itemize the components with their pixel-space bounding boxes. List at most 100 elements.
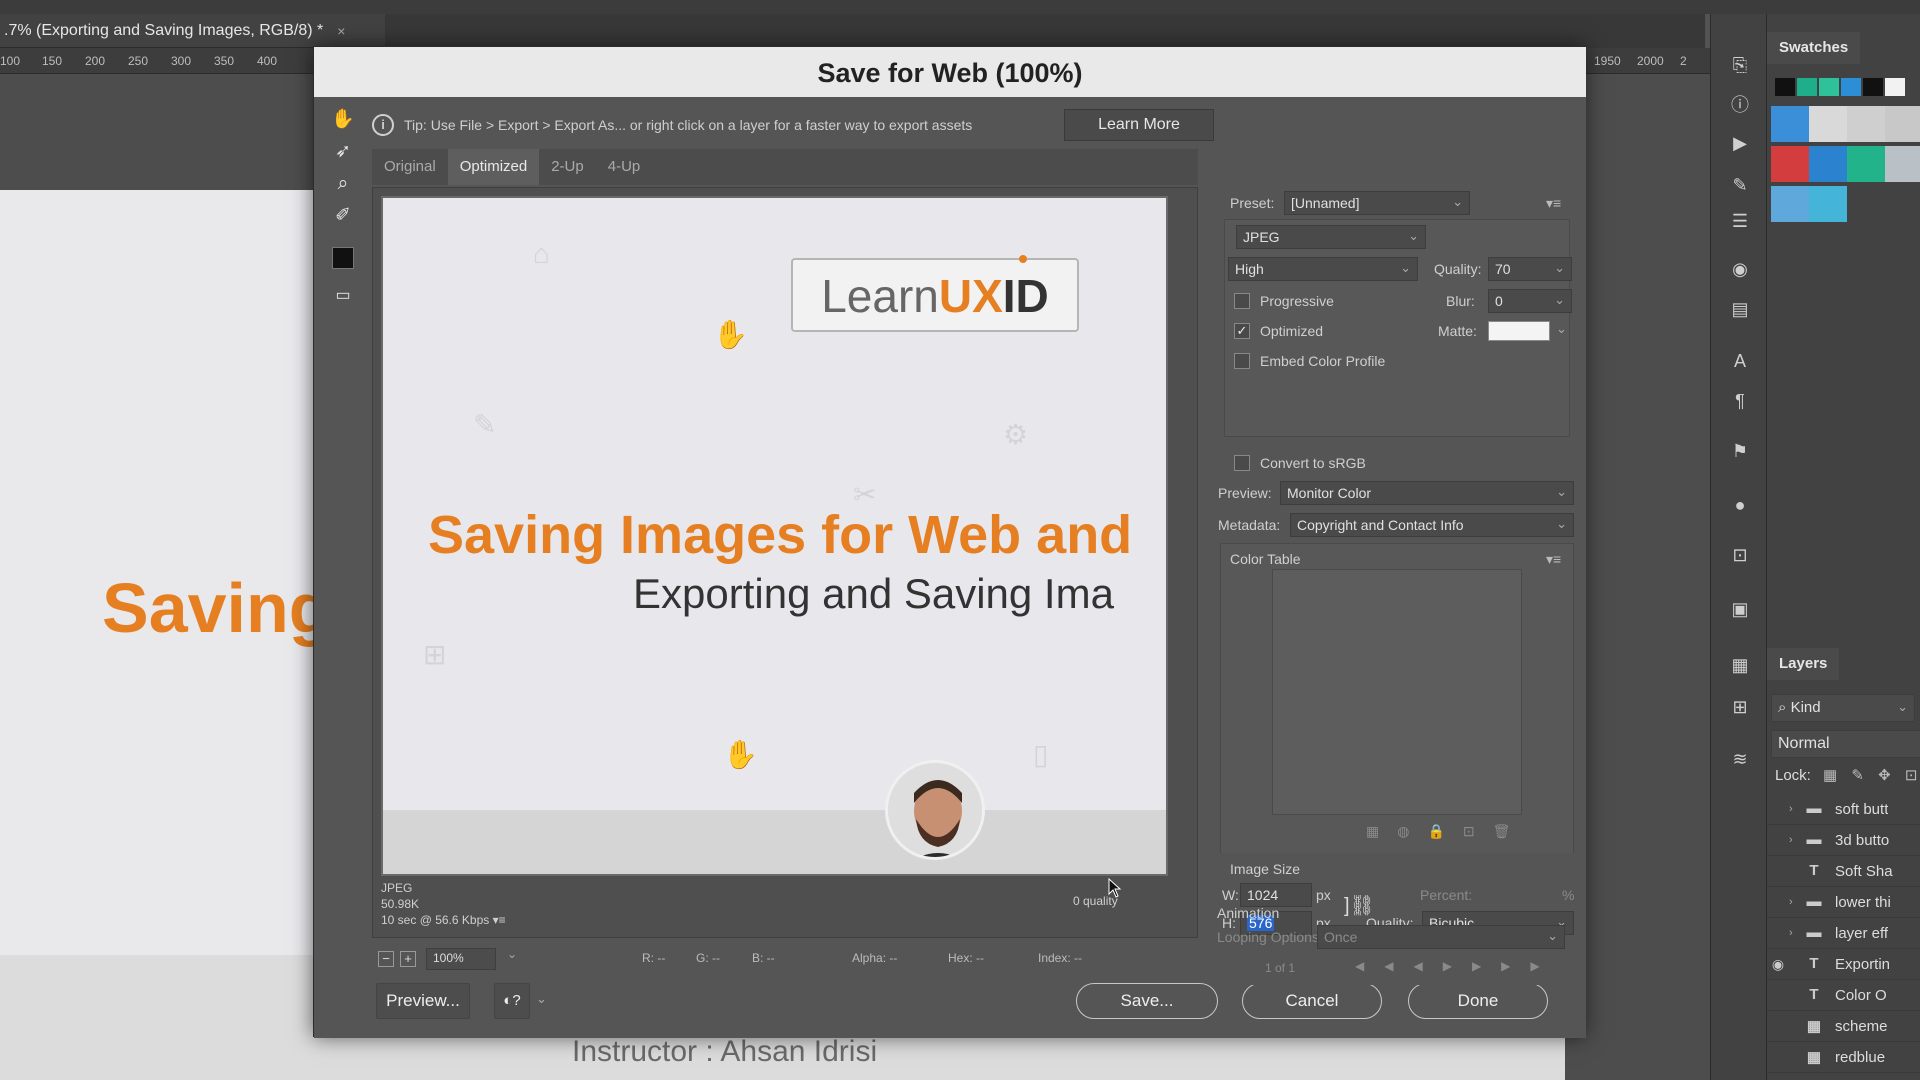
history-icon[interactable]: ⎘ <box>1729 54 1751 76</box>
swatch[interactable] <box>1771 106 1809 142</box>
done-button[interactable]: Done <box>1408 983 1548 1019</box>
lock-transparent-icon[interactable]: ▦ <box>1823 767 1837 784</box>
play-icon[interactable]: ▶ <box>1729 132 1751 154</box>
learn-more-button[interactable]: Learn More <box>1064 109 1214 141</box>
tab-4-up[interactable]: 4-Up <box>596 149 653 185</box>
lock-paint-icon[interactable]: ✎ <box>1851 767 1864 784</box>
swatch[interactable] <box>1775 78 1795 96</box>
swatch[interactable] <box>1841 78 1861 96</box>
channels-icon[interactable]: ▣ <box>1729 598 1751 620</box>
preview-pane[interactable]: ⌂ ✋ ✎ ⚙ ✂ ⊞ ✋ ▯ LearnUXID Saving Images … <box>372 187 1198 938</box>
layer-row[interactable]: › ▬ soft butt <box>1767 794 1920 825</box>
matte-color-swatch[interactable] <box>1488 321 1550 341</box>
character-icon[interactable]: A <box>1729 350 1751 372</box>
compression-select[interactable]: High ⌄ <box>1228 257 1418 281</box>
drop-icon[interactable]: ● <box>1729 494 1751 516</box>
layer-row[interactable]: ◉ T Exportin <box>1767 949 1920 980</box>
expand-arrow-icon[interactable]: › <box>1789 803 1803 815</box>
paragraph-icon[interactable]: ¶ <box>1729 390 1751 412</box>
new-color-icon[interactable]: ⊡ <box>1463 823 1493 839</box>
format-select[interactable]: JPEG ⌄ <box>1236 225 1426 249</box>
zoom-out-button[interactable]: − <box>378 951 394 967</box>
brush-icon[interactable]: ✎ <box>1729 174 1751 196</box>
swatch[interactable] <box>1847 106 1885 142</box>
swatch[interactable] <box>1797 78 1817 96</box>
expand-arrow-icon[interactable]: › <box>1789 834 1803 846</box>
swatch[interactable] <box>1885 106 1920 142</box>
close-icon[interactable]: × <box>337 23 345 39</box>
chevron-down-icon[interactable]: ⌄ <box>536 991 547 1007</box>
swatch[interactable] <box>1809 106 1847 142</box>
progressive-checkbox[interactable] <box>1234 293 1250 309</box>
expand-arrow-icon[interactable]: › <box>1789 896 1803 908</box>
swatch[interactable] <box>1771 146 1809 182</box>
tab-original[interactable]: Original <box>372 149 448 185</box>
toggle-slices-icon[interactable]: ▭ <box>330 283 356 309</box>
swatch[interactable] <box>1771 186 1809 222</box>
slice-select-icon[interactable]: ➶ <box>330 139 356 165</box>
layer-row[interactable]: T Color O <box>1767 980 1920 1011</box>
layer-row[interactable]: › ▬ lower thi <box>1767 887 1920 918</box>
adjustments-icon[interactable]: ☰ <box>1729 210 1751 232</box>
convert-srgb-checkbox[interactable] <box>1234 455 1250 471</box>
eyedropper-color-swatch[interactable] <box>332 247 354 269</box>
hand-tool-icon[interactable]: ✋ <box>330 107 356 133</box>
lock-move-icon[interactable]: ✥ <box>1878 767 1891 784</box>
swatch[interactable] <box>1885 78 1905 96</box>
play-icon[interactable]: ▶ <box>1443 959 1472 973</box>
optimized-checkbox[interactable]: ✓ <box>1234 323 1250 339</box>
zoom-tool-icon[interactable]: ⌕ <box>330 171 356 197</box>
tab-2-up[interactable]: 2-Up <box>539 149 596 185</box>
layers-tab[interactable]: Layers <box>1767 648 1840 680</box>
layer-row[interactable]: ▦ redblue <box>1767 1042 1920 1073</box>
quality-input[interactable]: 70 ⌄ <box>1488 257 1572 281</box>
swatch[interactable] <box>1863 78 1883 96</box>
stack-icon[interactable]: ≋ <box>1729 748 1751 770</box>
cancel-button[interactable]: Cancel <box>1242 983 1382 1019</box>
map-transparent-icon[interactable]: ▦ <box>1366 823 1397 839</box>
metadata-select[interactable]: Copyright and Contact Info ⌄ <box>1290 513 1574 537</box>
preset-menu-icon[interactable]: ▾≡ <box>1546 195 1561 212</box>
last-frame-icon[interactable]: ▶▶ <box>1501 959 1559 973</box>
grid-icon[interactable]: ⊞ <box>1729 696 1751 718</box>
lock-color-icon[interactable]: 🔒 <box>1427 823 1462 839</box>
zoom-select[interactable]: 100% <box>426 947 517 970</box>
preview-button[interactable]: Preview... <box>376 983 470 1019</box>
next-frame-icon[interactable]: ▶ <box>1472 959 1501 973</box>
swatch[interactable] <box>1885 146 1920 182</box>
document-canvas[interactable]: Saving <box>0 190 332 955</box>
info-icon[interactable]: ⓘ <box>1729 94 1751 116</box>
swatch[interactable] <box>1809 146 1847 182</box>
preset-select[interactable]: [Unnamed] ⌄ <box>1284 191 1470 215</box>
swatches-tab[interactable]: Swatches <box>1767 32 1861 64</box>
lock-artboard-icon[interactable]: ⊡ <box>1905 767 1918 784</box>
layer-filter-select[interactable]: ⌕ Kind ⌄ <box>1771 694 1915 722</box>
browser-preview-icon[interactable]: ◐? <box>494 983 530 1019</box>
blur-input[interactable]: 0 ⌄ <box>1488 289 1572 313</box>
eyedropper-icon[interactable]: ✐ <box>330 203 356 229</box>
width-input[interactable]: 1024 <box>1240 883 1312 907</box>
layer-row[interactable]: ▦ scheme <box>1767 1011 1920 1042</box>
info-menu-icon[interactable]: ▾≡ <box>493 913 506 927</box>
color-table-menu-icon[interactable]: ▾≡ <box>1546 551 1561 568</box>
looping-select[interactable]: Once ⌄ <box>1317 925 1565 949</box>
tab-optimized[interactable]: Optimized <box>447 149 540 185</box>
layer-row[interactable]: › ▬ 3d butto <box>1767 825 1920 856</box>
swatch[interactable] <box>1809 186 1847 222</box>
preview-mode-select[interactable]: Monitor Color ⌄ <box>1280 481 1574 505</box>
document-tab[interactable]: .7% (Exporting and Saving Images, RGB/8)… <box>0 14 385 48</box>
properties-icon[interactable]: ◉ <box>1729 258 1751 280</box>
prev-frame-icon[interactable]: ◀ <box>1413 959 1442 973</box>
libraries-icon[interactable]: ▤ <box>1729 298 1751 320</box>
delete-color-icon[interactable]: 🗑 <box>1493 823 1529 839</box>
color-table-swatches[interactable] <box>1272 569 1522 815</box>
blend-mode-select[interactable]: Normal <box>1771 730 1920 758</box>
layer-row[interactable]: T Soft Sha <box>1767 856 1920 887</box>
layer-row[interactable]: › ▬ layer eff <box>1767 918 1920 949</box>
paths-icon[interactable]: ▦ <box>1729 654 1751 676</box>
web-snap-icon[interactable]: ◍ <box>1397 823 1427 839</box>
embed-profile-checkbox[interactable] <box>1234 353 1250 369</box>
zoom-in-button[interactable]: + <box>400 951 416 967</box>
expand-arrow-icon[interactable]: › <box>1789 927 1803 939</box>
swatch[interactable] <box>1847 146 1885 182</box>
